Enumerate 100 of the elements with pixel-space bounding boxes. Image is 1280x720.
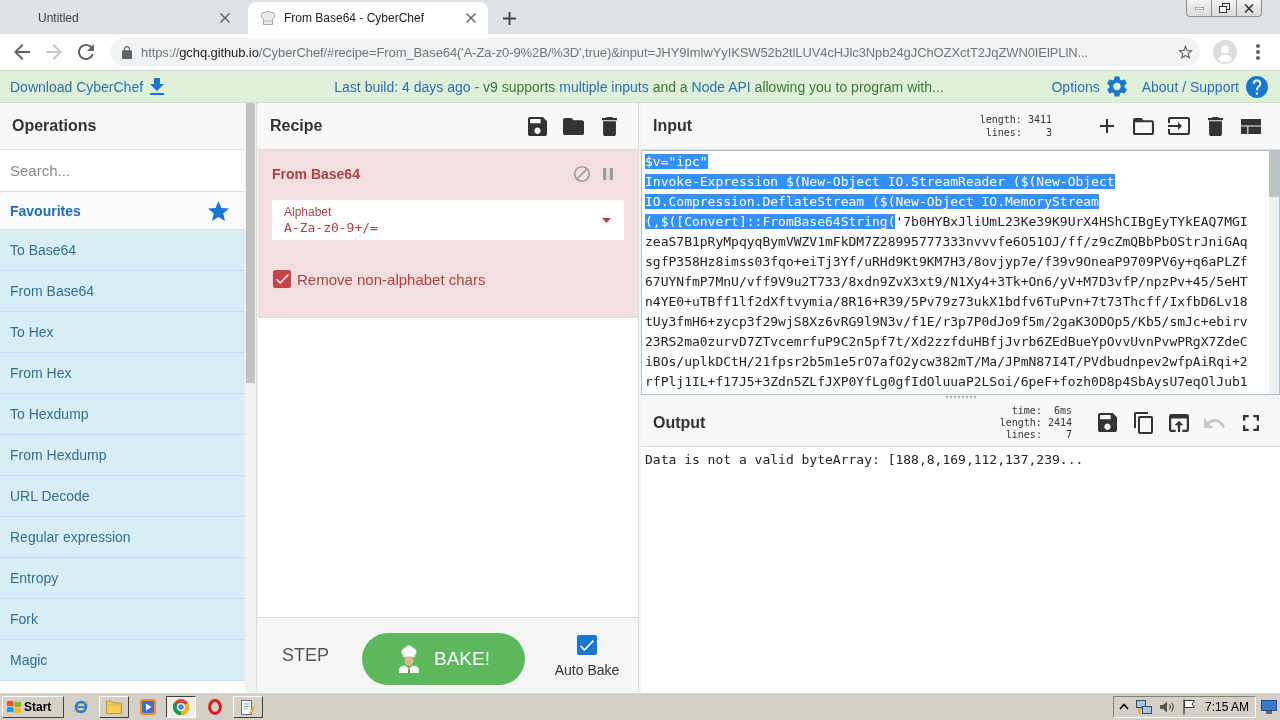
dropdown-field[interactable]: Alphabet A-Za-z0-9+/= [272,200,624,240]
start-button[interactable]: Start [2,695,64,718]
save-icon[interactable] [527,116,547,136]
close-icon[interactable] [466,13,476,23]
panel-title: Recipe [270,117,323,135]
input-field[interactable] [641,150,1280,395]
code-text: n4YE0+uTBff1lf2dXftvymia/8R16+R39/5Pv79z73ukX1bdfv6TuPvn+7t73Thcff/IxfbD6Lv18 [645,294,1248,309]
lock-icon [122,45,132,59]
close-button[interactable] [1236,0,1262,17]
scrollbar[interactable] [245,103,256,692]
scrollbar[interactable] [1269,151,1279,394]
close-icon [1244,3,1254,13]
help-icon [1246,75,1268,98]
code-text: rfPlj1IL+f17J5+3Zdn5ZLfJXP0YfLg0gfIdOluuaP2LSoi/6peF+fozh0D8p4SbAysU7eqOlJub1 [645,374,1248,389]
arrow-up-box-icon[interactable] [1169,413,1189,432]
folder-icon[interactable] [562,117,584,135]
operation-item[interactable]: Fork [0,599,245,640]
address-bar[interactable]: https://gchq.github.io/CyberChef/#recipe=From_Base64('A-Za-z0-9%2B/%3D',true)&input=JHY9ImlwYyIKSW52b2tlLUV4cHJlc3Npb24gJChOZXctT2JqZWN0IElPLlN... [110,38,1200,66]
trash-icon[interactable] [601,116,617,136]
minimize-icon [1194,6,1204,10]
code-text: tUy3fmH6+zycp3f29wjS8Xz6vRG9l9N3v/f1E/r3p7P0dJo9f5m/2gaK3ODOp5/Kb5/smJc+ebirv [645,314,1248,329]
highlighted-text: (,$([Convert]::FromBase64String( [645,214,896,229]
notepad-icon[interactable] [240,698,257,715]
highlighted-text: $v="ipc" [645,154,708,169]
highlighted-text: IO.Compression.DeflateStream ($(New-Object IO.MemoryStream [645,194,1099,209]
star-outline-icon[interactable] [1178,45,1193,59]
speaker-icon[interactable] [1158,699,1175,714]
restore-icon [1218,3,1230,13]
arrow-into-box-icon[interactable] [1168,117,1190,135]
check-icon [275,274,289,284]
back-icon[interactable] [14,44,30,60]
chevron-up-icon[interactable] [1118,703,1129,710]
checkbox-label: Remove non-alphabet chars [297,270,486,288]
ring-icon[interactable] [207,698,222,715]
checkbox-label: Auto Bake [554,662,620,678]
operation-item[interactable]: Regular expression [0,517,245,558]
stat-label: lines: [1005,428,1042,441]
operation-item[interactable]: To Hexdump [0,394,245,435]
operation-item[interactable]: From Hex [0,353,245,394]
stat-label: length: [979,113,1022,126]
code-text: '7b0HYBxJliUmL23Ke39K9UrX4HShCIBgEyTYkEAQ7MGI [895,214,1248,229]
operation-item[interactable]: URL Decode [0,476,245,517]
browser-tab[interactable]: From Base64 - CyberChef [248,2,488,34]
checkbox[interactable] [273,270,291,288]
restore-button[interactable] [1211,0,1237,17]
notice-link[interactable]: multiple inputs [559,78,649,95]
taskbar-button[interactable] [166,695,197,718]
copy-icon[interactable] [1133,411,1153,434]
trash-icon[interactable] [1207,116,1223,136]
highlighted-text: Invoke-Expression $(New-Object IO.StreamReader ($(New-Object [645,174,1115,189]
notice-link[interactable]: Node API [691,78,751,95]
e-logo-icon[interactable] [72,698,89,715]
code-text: sgfP358Hz8imss03fqo+eiTj3Yf/uRHd9Kt9KM7H3/8ovjyp7e/f39v9OneaP9709PV6y+q6aPLZf [645,254,1248,269]
close-icon[interactable] [220,13,230,23]
operation-title: From Base64 [272,166,360,182]
operation-item[interactable]: Magic [0,640,245,681]
fullscreen-icon[interactable] [1243,414,1259,431]
round-logo-icon[interactable] [173,698,190,715]
download-link[interactable]: Download CyberChef [10,78,165,95]
panel-title: Operations [12,117,97,135]
panel-title: Output [653,413,706,432]
layout-icon[interactable] [1241,118,1261,134]
folder-icon[interactable] [1132,117,1154,135]
browser-tab[interactable]: Untitled [2,2,242,34]
checkbox[interactable] [577,635,597,655]
caret-icon [602,217,611,223]
reload-icon[interactable] [78,44,94,60]
stat-value: 6ms [1053,404,1072,417]
play-icon[interactable] [139,698,156,715]
menu-icon[interactable] [1256,44,1260,60]
operation-item[interactable]: From Hexdump [0,435,245,476]
scrollbar-thumb[interactable] [1269,151,1279,197]
scrollbar-thumb[interactable] [246,103,255,383]
desktop-icon[interactable] [1261,699,1277,714]
notice-link[interactable]: Last build: 4 days ago [334,78,471,95]
clock-text: 7:15 AM [1204,699,1249,714]
build-notice: Last build: 4 days ago - v9 supports multiple inputs and a Node API allowing you to program with... [334,78,944,95]
flag-icon[interactable] [1181,698,1196,715]
operation-item[interactable]: To Base64 [0,230,245,271]
stat-value: 7 [1065,428,1072,441]
stat-value: 3411 [1027,113,1052,126]
about-link[interactable]: About / Support [1141,75,1268,98]
save-icon[interactable] [1097,413,1117,432]
stat-label: lines: [985,126,1022,139]
star-icon [208,200,229,221]
step-button[interactable]: STEP [282,644,329,666]
plus-icon[interactable] [1100,119,1114,133]
operation-item[interactable]: From Base64 [0,271,245,312]
bake-button[interactable]: BAKE! [362,633,525,685]
plus-icon[interactable] [503,11,516,25]
options-link[interactable]: Options [1051,76,1127,97]
operation-item[interactable]: Entropy [0,558,245,599]
favourites-category[interactable]: Favourites [0,192,245,230]
flag-logo-icon [6,699,22,714]
operation-item[interactable]: To Hex [0,312,245,353]
code-text: 67UYNfmP7MnU/vff9V9u2T733/8xdn9ZvX3xt9/N1Xy4+3Tk+On6/yV+M7D3vfP/npzPv+45/5eHT [645,274,1248,289]
network-icon[interactable] [1135,698,1152,715]
stat-value: 3 [1045,126,1052,139]
code-text: 23RS2ma0zurvD7ZTvcemrfuP9C2n5pf7t/Xd2zzfduHBfjJvrb6ZEdBueYpOvvUvnPvwPRgX7ZdeC [645,334,1248,349]
stat-label: length: [999,416,1042,429]
